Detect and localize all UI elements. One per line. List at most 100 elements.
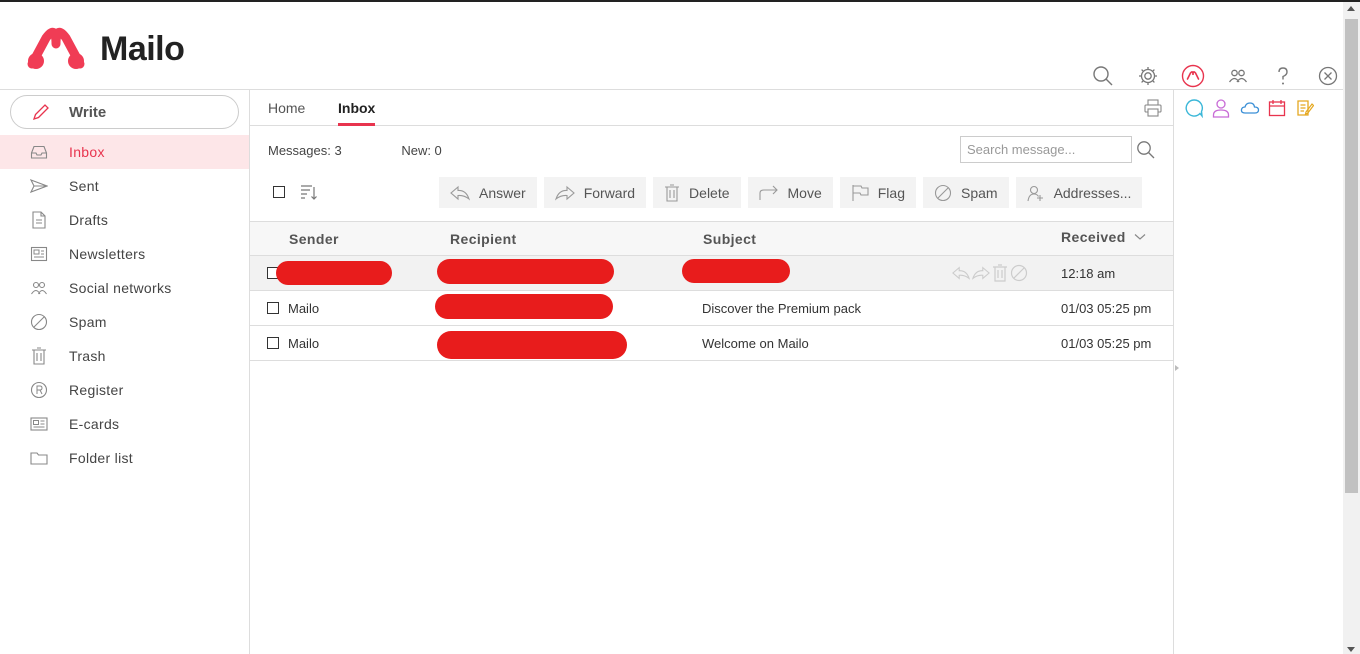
contact-icon[interactable] (1212, 98, 1240, 118)
answer-button[interactable]: Answer (439, 177, 537, 208)
table-row[interactable]: Mailo Welcome on Mailo 01/03 05:25 pm (250, 326, 1173, 361)
table-row[interactable]: Mailo Discover the Premium pack 01/03 05… (250, 291, 1173, 326)
sidebar-item-inbox[interactable]: Inbox (0, 135, 249, 169)
forward-button[interactable]: Forward (543, 177, 647, 208)
addresses-button[interactable]: Addresses... (1015, 177, 1143, 208)
redaction-mark (437, 331, 627, 359)
sort-icon[interactable] (300, 183, 318, 206)
mail-main-panel: Home Inbox Messages: 3 New: 0 Answer For… (250, 90, 1174, 654)
ecard-icon (29, 417, 49, 431)
print-icon[interactable] (1143, 98, 1163, 123)
flag-button[interactable]: Flag (839, 177, 916, 208)
flag-icon (851, 184, 869, 202)
sidebar-item-label: Newsletters (69, 246, 146, 262)
sidebar-item-e-cards[interactable]: E-cards (0, 407, 249, 441)
right-panel-toolbar (1184, 98, 1324, 118)
header-toolbar (1080, 64, 1350, 88)
contacts-icon[interactable] (1215, 64, 1260, 88)
right-side-panel (1175, 90, 1343, 654)
redaction-mark (437, 259, 614, 284)
forward-icon[interactable] (972, 264, 990, 282)
mailo-logo-icon (27, 27, 85, 69)
trash-icon[interactable] (992, 264, 1008, 282)
table-row[interactable]: 12:18 am (250, 256, 1173, 291)
column-header-recipient[interactable]: Recipient (450, 231, 517, 247)
search-input[interactable] (960, 136, 1132, 163)
forward-button-label: Forward (583, 184, 636, 201)
select-all-checkbox[interactable] (273, 186, 285, 198)
answer-button-label: Answer (479, 184, 526, 201)
sidebar-item-drafts[interactable]: Drafts (0, 203, 249, 237)
reply-icon[interactable] (952, 264, 970, 282)
table-header: Sender Recipient Subject Received (250, 221, 1173, 256)
register-icon (29, 381, 49, 399)
help-icon[interactable] (1260, 64, 1305, 88)
tab-bar: Home Inbox (250, 90, 1173, 126)
new-count: New: 0 (401, 143, 442, 158)
mail-action-toolbar: Answer Forward Delete Move Flag Spam Add… (439, 177, 1149, 208)
scroll-down-arrow[interactable] (1347, 647, 1355, 652)
vertical-scrollbar[interactable] (1343, 2, 1360, 654)
mailo-logo[interactable]: Mailo (22, 24, 185, 74)
search-icon[interactable] (1080, 64, 1125, 88)
move-button-label: Move (787, 184, 822, 201)
column-header-received[interactable]: Received (1061, 229, 1146, 245)
sidebar-item-sent[interactable]: Sent (0, 169, 249, 203)
mailo-logo-text: Mailo (100, 29, 185, 68)
spam-icon[interactable] (1010, 264, 1028, 282)
move-icon (758, 185, 779, 201)
row-received: 01/03 05:25 pm (1061, 336, 1152, 351)
column-header-received-label: Received (1061, 229, 1126, 245)
sidebar-item-label: Folder list (69, 450, 133, 466)
trash-icon (29, 347, 49, 365)
sidebar-item-label: Drafts (69, 212, 109, 228)
gear-icon[interactable] (1125, 64, 1170, 88)
cloud-icon[interactable] (1240, 98, 1268, 118)
inbox-icon (29, 144, 49, 160)
scroll-thumb[interactable] (1345, 19, 1358, 493)
column-header-sender[interactable]: Sender (289, 231, 339, 247)
pencil-icon (31, 102, 51, 122)
sidebar-item-trash[interactable]: Trash (0, 339, 249, 373)
notes-icon[interactable] (1296, 98, 1324, 118)
sidebar-item-register[interactable]: Register (0, 373, 249, 407)
sidebar-item-folder-list[interactable]: Folder list (0, 441, 249, 475)
chat-icon[interactable] (1184, 98, 1212, 118)
people-icon (29, 280, 49, 296)
chevron-down-icon (1134, 234, 1146, 240)
write-button[interactable]: Write (10, 95, 239, 129)
panel-collapse-handle[interactable] (1175, 365, 1179, 371)
row-sender: Mailo (288, 301, 320, 316)
sidebar-item-label: Sent (69, 178, 99, 194)
reply-icon (450, 185, 470, 201)
newsletter-icon (29, 246, 49, 262)
delete-button[interactable]: Delete (653, 177, 741, 208)
tab-inbox[interactable]: Inbox (338, 100, 376, 126)
sidebar-item-label: Spam (69, 314, 107, 330)
message-counts: Messages: 3 New: 0 (268, 143, 442, 158)
sidebar-item-social-networks[interactable]: Social networks (0, 271, 249, 305)
column-header-subject[interactable]: Subject (703, 231, 756, 247)
row-checkbox[interactable] (267, 302, 279, 314)
row-subject: Discover the Premium pack (702, 301, 861, 316)
sidebar-item-spam[interactable]: Spam (0, 305, 249, 339)
spam-button[interactable]: Spam (922, 177, 1009, 208)
trash-icon (664, 183, 680, 202)
calendar-icon[interactable] (1268, 98, 1296, 118)
sidebar-item-newsletters[interactable]: Newsletters (0, 237, 249, 271)
search-icon[interactable] (1136, 140, 1156, 165)
add-contact-icon (1027, 184, 1045, 202)
sidebar-item-label: Trash (69, 348, 106, 364)
scroll-up-arrow[interactable] (1347, 6, 1355, 11)
tab-home[interactable]: Home (268, 100, 305, 123)
sidebar: Write Inbox Sent Drafts Newsletters Soci… (0, 90, 250, 654)
row-subject: Welcome on Mailo (702, 336, 809, 351)
message-table: Sender Recipient Subject Received 12:18 … (250, 221, 1173, 361)
move-button[interactable]: Move (747, 177, 833, 208)
row-checkbox[interactable] (267, 337, 279, 349)
row-quick-actions (952, 264, 1030, 282)
mailo-icon[interactable] (1170, 64, 1215, 88)
row-received: 01/03 05:25 pm (1061, 301, 1152, 316)
spam-icon (29, 313, 49, 331)
delete-button-label: Delete (689, 184, 730, 201)
